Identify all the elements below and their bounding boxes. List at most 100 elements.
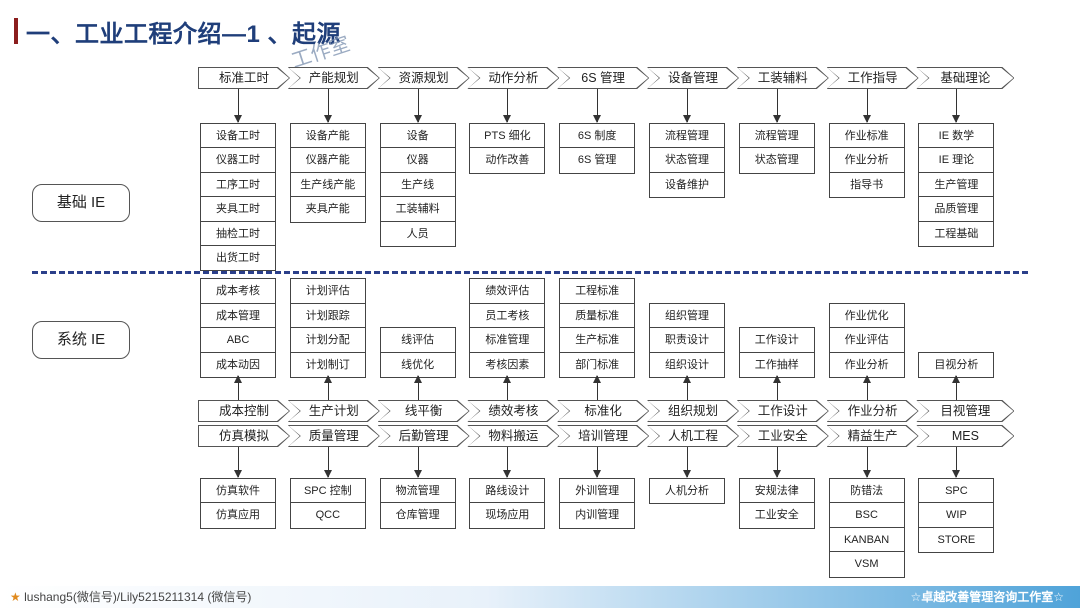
box-item: 工作设计 bbox=[739, 328, 814, 353]
box-item: 生产线产能 bbox=[290, 173, 365, 198]
phase-label: 精益生产 bbox=[828, 426, 918, 446]
box-item: 流程管理 bbox=[739, 124, 814, 149]
phase-label: 标准工时 bbox=[199, 68, 289, 88]
top-phases-6: 设备管理 bbox=[647, 67, 739, 89]
box-item: VSM bbox=[854, 558, 879, 571]
box-item: SPC bbox=[919, 479, 994, 504]
box-item: 夹具产能 bbox=[305, 203, 350, 216]
phase-label: 组织规划 bbox=[648, 401, 738, 421]
box-item: 工程标准 bbox=[560, 279, 635, 304]
phase-label: 后勤管理 bbox=[379, 426, 469, 446]
box-item: 作业分析 bbox=[829, 148, 904, 173]
mid-boxes-1: 成本考核 成本管理 ABC 成本动因 bbox=[200, 278, 276, 378]
box-item: 抽检工时 bbox=[201, 222, 275, 246]
top-boxes-6: 流程管理 状态管理 设备维护 bbox=[649, 123, 725, 199]
arrow-bottom-3 bbox=[413, 447, 422, 478]
bottom-boxes-7: 安规法律 工业安全 bbox=[738, 478, 815, 529]
top-phases-1: 标准工时 bbox=[198, 67, 290, 89]
row2-phases-4: 物料搬运 bbox=[467, 425, 559, 447]
box-item: 6S 管理 bbox=[577, 154, 617, 167]
mid-boxes-3: 线评估 线优化 bbox=[379, 327, 456, 378]
star-icon: ★ bbox=[10, 590, 21, 604]
box-item: 计划跟踪 bbox=[290, 304, 365, 329]
bottom-boxes-4: 路线设计 现场应用 bbox=[469, 478, 546, 529]
arrow-up-7 bbox=[772, 375, 781, 400]
top-phases-7: 工装辅料 bbox=[737, 67, 829, 89]
box-item: 组织管理 bbox=[650, 304, 724, 329]
box-item: 出货工时 bbox=[216, 251, 260, 264]
mid-boxes-2: 计划评估 计划跟踪 计划分配 计划制订 bbox=[289, 278, 366, 378]
phase-label: 线平衡 bbox=[379, 401, 469, 421]
top-boxes-3: 设备 仪器 生产线 工装辅料 人员 bbox=[379, 123, 456, 247]
row1-phases-3: 线平衡 bbox=[378, 400, 470, 422]
box-item: 计划制订 bbox=[305, 358, 350, 371]
box-item: 作业标准 bbox=[829, 124, 904, 149]
box-item: 仪器工时 bbox=[201, 148, 275, 173]
box-item: BSC bbox=[829, 503, 904, 528]
arrow-bottom-2 bbox=[323, 447, 332, 478]
box-item: 6S 制度 bbox=[560, 124, 635, 149]
bottom-boxes-2: SPC 控制 QCC bbox=[289, 478, 366, 529]
top-phases-3: 资源规划 bbox=[378, 67, 470, 89]
box-item: 品质管理 bbox=[919, 197, 994, 222]
box-item: 设备 bbox=[380, 124, 455, 149]
box-item: 外训管理 bbox=[560, 479, 635, 504]
box-item: 绩效评估 bbox=[470, 279, 545, 304]
box-item: 防错法 bbox=[829, 479, 904, 504]
mid-boxes-6: 组织管理 职责设计 组织设计 bbox=[649, 302, 725, 378]
row1-phases-5: 标准化 bbox=[557, 400, 649, 422]
box-item: 计划分配 bbox=[290, 328, 365, 353]
box-item: KANBAN bbox=[829, 528, 904, 553]
row1-phases-6: 组织规划 bbox=[647, 400, 739, 422]
mid-boxes-7: 工作设计 工作抽样 bbox=[738, 327, 815, 378]
arrow-bottom-1 bbox=[234, 447, 242, 478]
phase-label: 标准化 bbox=[558, 401, 648, 421]
arrow-bottom-4 bbox=[503, 447, 512, 478]
box-item: 指导书 bbox=[850, 178, 884, 191]
top-boxes-8: 作业标准 作业分析指导书 bbox=[828, 123, 905, 199]
top-phases-2: 产能规划 bbox=[288, 67, 380, 89]
top-phases-8: 工作指导 bbox=[827, 67, 919, 89]
arrow-down-3 bbox=[413, 89, 422, 123]
top-boxes-4: PTS 细化 动作改善 bbox=[469, 123, 546, 174]
box-item: STORE bbox=[937, 533, 976, 546]
arrow-bottom-9 bbox=[952, 447, 961, 478]
mid-boxes-8: 作业优化 作业评估作业分析 bbox=[828, 302, 905, 378]
box-item: 作业优化 bbox=[829, 304, 904, 329]
phase-label: 动作分析 bbox=[468, 68, 558, 88]
arrow-up-3 bbox=[413, 375, 422, 400]
arrow-down-1 bbox=[234, 89, 242, 123]
box-item: 仪器 bbox=[380, 148, 455, 173]
phase-label: 质量管理 bbox=[289, 426, 379, 446]
box-item: IE 数学 bbox=[919, 124, 994, 149]
top-phases-5: 6S 管理 bbox=[557, 67, 649, 89]
phase-label: 仿真模拟 bbox=[199, 426, 289, 446]
phase-label: 培训管理 bbox=[558, 426, 648, 446]
box-item: 作业分析 bbox=[844, 358, 889, 371]
phase-label: 6S 管理 bbox=[558, 68, 648, 88]
bottom-boxes-1: 仿真软件 仿真应用 bbox=[200, 478, 276, 529]
box-item: 生产管理 bbox=[919, 173, 994, 198]
box-item: 生产标准 bbox=[560, 328, 635, 353]
section-divider bbox=[32, 271, 1028, 274]
box-item: 设备产能 bbox=[290, 124, 365, 149]
arrow-down-8 bbox=[862, 89, 871, 123]
arrow-up-5 bbox=[593, 375, 602, 400]
row1-phases-7: 工作设计 bbox=[737, 400, 829, 422]
box-item: 仓库管理 bbox=[395, 509, 440, 522]
arrow-up-8 bbox=[862, 375, 871, 400]
box-item: 组织设计 bbox=[665, 358, 709, 371]
phase-label: 设备管理 bbox=[648, 68, 738, 88]
box-item: 流程管理 bbox=[650, 124, 724, 149]
box-item: 安规法律 bbox=[739, 479, 814, 504]
row2-phases-9: MES bbox=[916, 425, 1014, 447]
box-item: 仿真应用 bbox=[216, 509, 260, 522]
box-item: 仪器产能 bbox=[290, 148, 365, 173]
box-item: SPC 控制 bbox=[290, 479, 365, 504]
box-item: 成本管理 bbox=[201, 304, 275, 329]
box-item: 部门标准 bbox=[575, 358, 620, 371]
box-item: 考核因素 bbox=[485, 358, 530, 371]
box-item: 工序工时 bbox=[201, 173, 275, 198]
bottom-boxes-9: SPC WIP STORE bbox=[918, 478, 995, 554]
box-item: 作业评估 bbox=[829, 328, 904, 353]
